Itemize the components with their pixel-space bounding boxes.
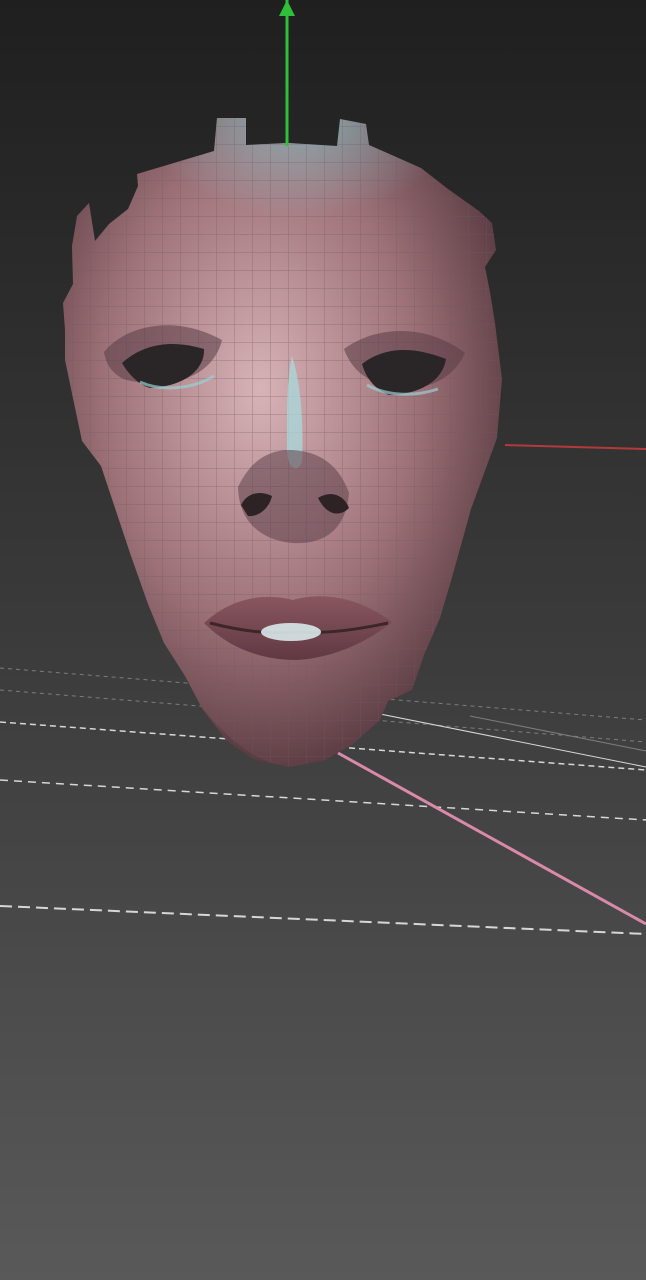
viewport-scene[interactable] bbox=[0, 0, 646, 1280]
lip-highlight bbox=[261, 623, 321, 641]
3d-viewport[interactable] bbox=[0, 0, 646, 1280]
